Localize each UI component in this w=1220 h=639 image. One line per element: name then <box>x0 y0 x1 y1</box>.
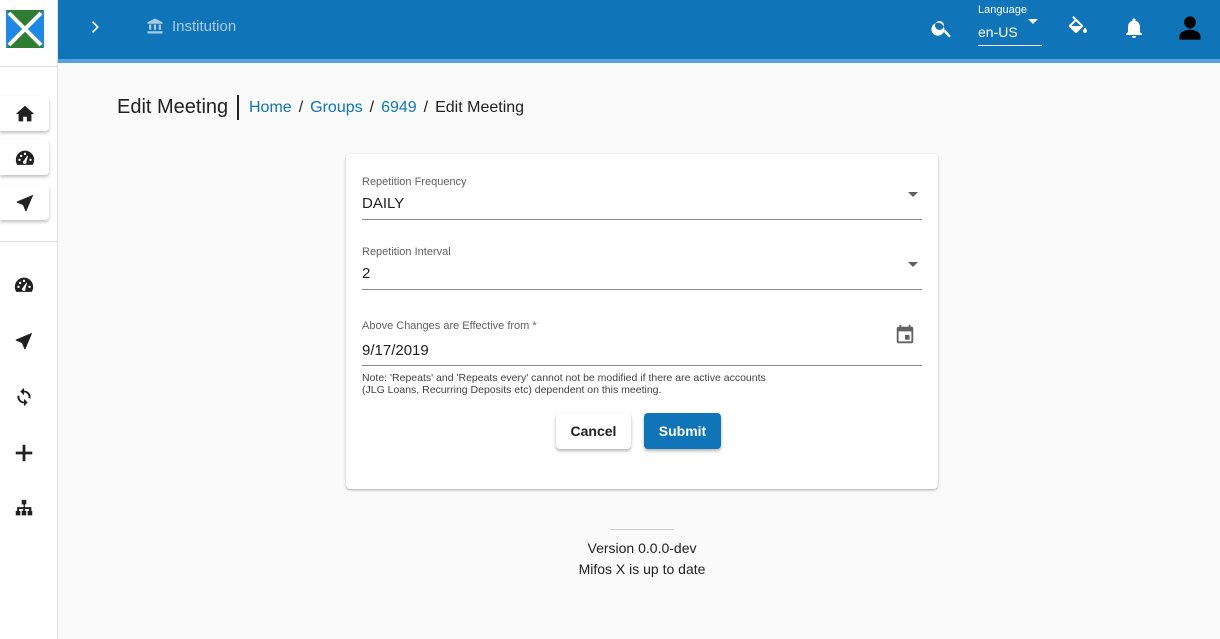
refresh-icon <box>17 387 31 407</box>
institution-menu[interactable]: Institution <box>146 17 236 35</box>
sidebar-pinned-navigation[interactable] <box>0 185 49 220</box>
submit-button[interactable]: Submit <box>644 413 721 449</box>
navigation-icon <box>15 332 33 350</box>
dropdown-caret-icon <box>908 262 918 267</box>
sidebar-item-plus[interactable] <box>10 439 38 467</box>
breadcrumb-home-link[interactable]: Home <box>249 99 292 117</box>
navigation-icon <box>16 194 33 211</box>
repetition-interval-value: 2 <box>362 265 371 282</box>
breadcrumb: Home / Groups / 6949 / Edit Meeting <box>249 99 524 117</box>
search-button[interactable] <box>930 16 954 40</box>
user-profile-button[interactable] <box>1176 13 1204 43</box>
breadcrumb-groups-link[interactable]: Groups <box>310 99 362 117</box>
dashboard-icon <box>14 277 34 292</box>
sidebar-pinned-home[interactable] <box>0 96 49 131</box>
user-icon <box>1179 16 1201 40</box>
edit-meeting-form-card: Repetition Frequency DAILY Repetition In… <box>346 154 938 489</box>
sidebar-divider <box>0 241 57 242</box>
version-text: Version 0.0.0-dev <box>587 540 697 556</box>
notifications-button[interactable] <box>1122 16 1146 40</box>
search-icon <box>931 21 951 38</box>
language-label: Language <box>978 4 1027 16</box>
paint-bucket-icon <box>1068 16 1087 33</box>
dashboard-icon <box>15 150 34 165</box>
toolbar-accent-line <box>58 59 1220 63</box>
bank-icon <box>147 18 163 34</box>
effective-from-label: Above Changes are Effective from * <box>362 320 537 332</box>
sidebar-pinned-dashboard[interactable] <box>0 140 49 175</box>
page-title: Edit Meeting <box>117 96 229 118</box>
breadcrumb-separator: / <box>423 99 429 116</box>
home-icon <box>15 105 34 121</box>
update-status-text: Mifos X is up to date <box>578 561 706 577</box>
sidebar-item-refresh[interactable] <box>10 383 38 411</box>
form-note-line: Note: 'Repeats' and 'Repeats every' cann… <box>362 372 766 384</box>
breadcrumb-current: Edit Meeting <box>435 99 525 116</box>
cancel-button[interactable]: Cancel <box>556 413 631 449</box>
dropdown-caret-icon <box>1028 19 1038 24</box>
title-divider <box>237 95 239 120</box>
effective-from-value: 9/17/2019 <box>362 342 429 359</box>
top-toolbar: Institution Language en-US <box>58 0 1220 59</box>
sitemap-icon <box>15 499 33 516</box>
breadcrumb-group-id-link[interactable]: 6949 <box>381 99 417 117</box>
repetition-interval-select[interactable]: Repetition Interval 2 <box>362 246 922 290</box>
expand-sidebar-chevron-icon[interactable] <box>86 17 106 37</box>
breadcrumb-separator: / <box>298 99 304 116</box>
plus-icon <box>15 444 33 462</box>
language-select[interactable]: Language en-US <box>978 4 1042 46</box>
breadcrumb-separator: / <box>369 99 375 116</box>
sidebar <box>0 0 58 639</box>
language-value: en-US <box>978 24 1018 40</box>
repetition-interval-label: Repetition Interval <box>362 246 451 258</box>
bell-icon <box>1126 18 1142 38</box>
form-note: Note: 'Repeats' and 'Repeats every' cann… <box>362 372 782 396</box>
repetition-frequency-select[interactable]: Repetition Frequency DAILY <box>362 176 922 220</box>
mifos-x-logo[interactable] <box>6 10 44 48</box>
sidebar-item-navigation[interactable] <box>10 327 38 355</box>
sidebar-item-sitemap[interactable] <box>10 495 38 523</box>
repetition-frequency-label: Repetition Frequency <box>362 176 467 188</box>
footer-divider <box>610 529 674 530</box>
sidebar-divider <box>0 66 57 67</box>
repetition-frequency-value: DAILY <box>362 195 405 212</box>
calendar-icon[interactable] <box>894 324 916 346</box>
dropdown-caret-icon <box>908 192 918 197</box>
effective-from-date-field[interactable]: Above Changes are Effective from * 9/17/… <box>362 320 922 366</box>
form-note-line: (JLG Loans, Recurring Deposits etc) depe… <box>362 384 662 396</box>
theme-button[interactable] <box>1066 16 1090 40</box>
institution-label: Institution <box>172 17 237 35</box>
sidebar-item-dashboard[interactable] <box>10 271 38 299</box>
